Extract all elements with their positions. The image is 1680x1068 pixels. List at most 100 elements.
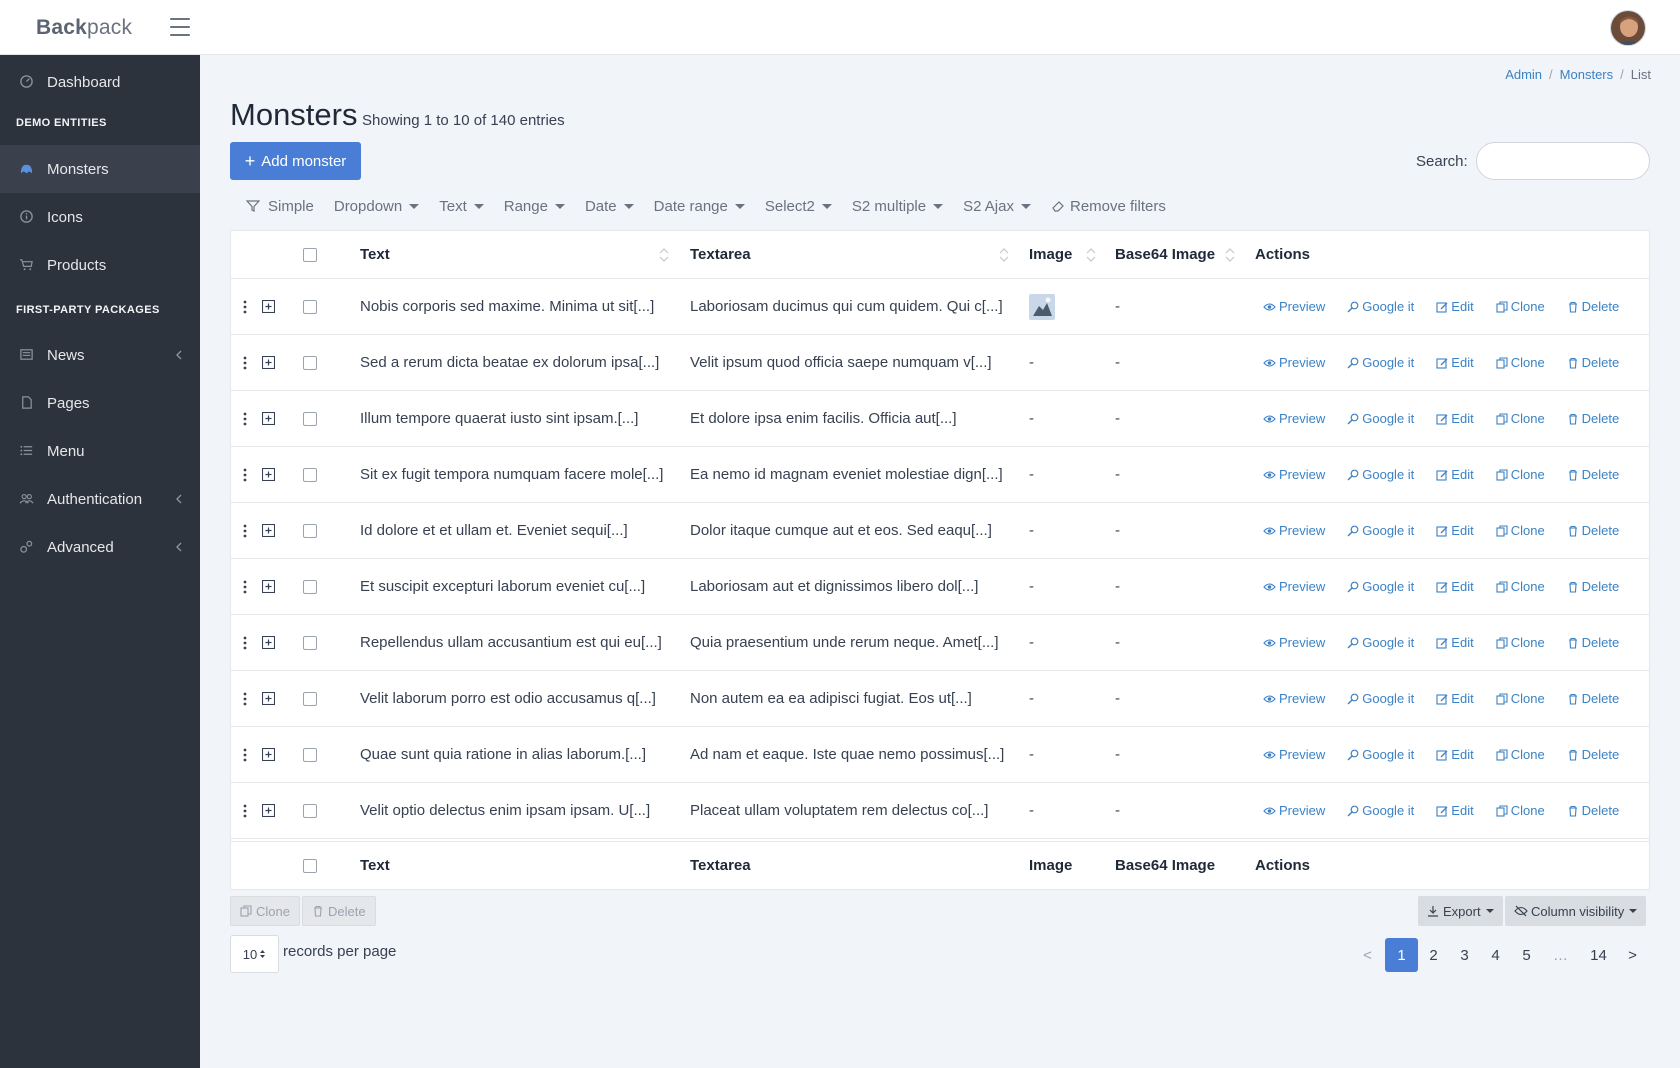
bulk-delete-button[interactable]: Delete — [302, 896, 376, 926]
drag-handle-icon[interactable] — [243, 580, 247, 594]
search-input[interactable] — [1476, 142, 1650, 180]
filter-s2-ajax[interactable]: S2 Ajax — [963, 198, 1031, 215]
filter-select2[interactable]: Select2 — [765, 198, 832, 215]
edit-button[interactable]: Edit — [1436, 747, 1474, 762]
drag-handle-icon[interactable] — [243, 636, 247, 650]
edit-button[interactable]: Edit — [1436, 635, 1474, 650]
google-it-button[interactable]: Google it — [1347, 803, 1414, 818]
select-all-checkbox[interactable] — [303, 247, 317, 262]
filter-dropdown[interactable]: Dropdown — [334, 198, 420, 215]
google-it-button[interactable]: Google it — [1347, 635, 1414, 650]
records-per-page-select[interactable]: 10 — [230, 935, 279, 973]
sidebar-item-authentication[interactable]: Authentication — [0, 475, 200, 523]
preview-button[interactable]: Preview — [1263, 467, 1325, 482]
edit-button[interactable]: Edit — [1436, 579, 1474, 594]
row-checkbox[interactable] — [303, 803, 317, 818]
delete-button[interactable]: Delete — [1567, 355, 1619, 370]
delete-button[interactable]: Delete — [1567, 523, 1619, 538]
expand-row-icon[interactable] — [262, 524, 275, 537]
sidebar-item-dashboard[interactable]: Dashboard — [0, 58, 200, 106]
sidebar-item-menu[interactable]: Menu — [0, 427, 200, 475]
filter-text[interactable]: Text — [439, 198, 484, 215]
monster-image-thumbnail[interactable] — [1029, 293, 1055, 320]
expand-row-icon[interactable] — [262, 300, 275, 313]
preview-button[interactable]: Preview — [1263, 411, 1325, 426]
drag-handle-icon[interactable] — [243, 748, 247, 762]
delete-button[interactable]: Delete — [1567, 691, 1619, 706]
preview-button[interactable]: Preview — [1263, 523, 1325, 538]
export-button[interactable]: Export — [1418, 896, 1503, 926]
user-avatar[interactable] — [1610, 10, 1646, 46]
pagination-next[interactable]: > — [1620, 938, 1645, 972]
column-header-base64-image[interactable]: Base64 Image — [1115, 231, 1215, 278]
sort-icon[interactable] — [999, 248, 1009, 262]
expand-row-icon[interactable] — [262, 412, 275, 425]
expand-row-icon[interactable] — [262, 748, 275, 761]
delete-button[interactable]: Delete — [1567, 467, 1619, 482]
expand-row-icon[interactable] — [262, 636, 275, 649]
preview-button[interactable]: Preview — [1263, 579, 1325, 594]
clone-button[interactable]: Clone — [1496, 523, 1545, 538]
google-it-button[interactable]: Google it — [1347, 523, 1414, 538]
pagination-page-1[interactable]: 1 — [1385, 938, 1418, 972]
edit-button[interactable]: Edit — [1436, 803, 1474, 818]
remove-filters-button[interactable]: Remove filters — [1051, 198, 1166, 215]
bulk-clone-button[interactable]: Clone — [230, 896, 300, 926]
row-checkbox[interactable] — [303, 411, 317, 426]
sidebar-item-monsters[interactable]: Monsters — [0, 145, 200, 193]
edit-button[interactable]: Edit — [1436, 355, 1474, 370]
brand-logo[interactable]: Backpack — [36, 16, 132, 40]
sidebar-item-icons[interactable]: Icons — [0, 193, 200, 241]
google-it-button[interactable]: Google it — [1347, 747, 1414, 762]
sort-icon[interactable] — [1225, 248, 1235, 262]
column-header-text[interactable]: Text — [360, 231, 390, 278]
preview-button[interactable]: Preview — [1263, 691, 1325, 706]
delete-button[interactable]: Delete — [1567, 299, 1619, 314]
row-checkbox[interactable] — [303, 579, 317, 594]
google-it-button[interactable]: Google it — [1347, 579, 1414, 594]
filter-date-range[interactable]: Date range — [654, 198, 745, 215]
pagination-page-4[interactable]: 4 — [1479, 938, 1512, 972]
preview-button[interactable]: Preview — [1263, 747, 1325, 762]
delete-button[interactable]: Delete — [1567, 411, 1619, 426]
delete-button[interactable]: Delete — [1567, 747, 1619, 762]
row-checkbox[interactable] — [303, 747, 317, 762]
edit-button[interactable]: Edit — [1436, 523, 1474, 538]
column-header-image[interactable]: Image — [1029, 231, 1072, 278]
drag-handle-icon[interactable] — [243, 412, 247, 426]
pagination-page-5[interactable]: 5 — [1510, 938, 1543, 972]
google-it-button[interactable]: Google it — [1347, 355, 1414, 370]
clone-button[interactable]: Clone — [1496, 803, 1545, 818]
select-all-checkbox[interactable] — [303, 858, 317, 873]
edit-button[interactable]: Edit — [1436, 299, 1474, 314]
pagination-prev[interactable]: < — [1355, 938, 1380, 972]
expand-row-icon[interactable] — [262, 468, 275, 481]
preview-button[interactable]: Preview — [1263, 803, 1325, 818]
filter-simple[interactable]: Simple — [246, 198, 314, 215]
clone-button[interactable]: Clone — [1496, 635, 1545, 650]
row-checkbox[interactable] — [303, 635, 317, 650]
preview-button[interactable]: Preview — [1263, 355, 1325, 370]
preview-button[interactable]: Preview — [1263, 299, 1325, 314]
delete-button[interactable]: Delete — [1567, 635, 1619, 650]
row-checkbox[interactable] — [303, 355, 317, 370]
expand-row-icon[interactable] — [262, 804, 275, 817]
breadcrumb-monsters[interactable]: Monsters — [1560, 67, 1613, 82]
filter-range[interactable]: Range — [504, 198, 565, 215]
sort-icon[interactable] — [1086, 248, 1096, 262]
clone-button[interactable]: Clone — [1496, 299, 1545, 314]
row-checkbox[interactable] — [303, 691, 317, 706]
pagination-page-2[interactable]: 2 — [1417, 938, 1450, 972]
pagination-page-3[interactable]: 3 — [1448, 938, 1481, 972]
filter-date[interactable]: Date — [585, 198, 634, 215]
breadcrumb-admin[interactable]: Admin — [1505, 67, 1542, 82]
column-header-textarea[interactable]: Textarea — [690, 231, 751, 278]
preview-button[interactable]: Preview — [1263, 635, 1325, 650]
drag-handle-icon[interactable] — [243, 468, 247, 482]
drag-handle-icon[interactable] — [243, 692, 247, 706]
drag-handle-icon[interactable] — [243, 804, 247, 818]
google-it-button[interactable]: Google it — [1347, 691, 1414, 706]
pagination-page-14[interactable]: 14 — [1582, 938, 1615, 972]
clone-button[interactable]: Clone — [1496, 355, 1545, 370]
sidebar-item-news[interactable]: News — [0, 331, 200, 379]
